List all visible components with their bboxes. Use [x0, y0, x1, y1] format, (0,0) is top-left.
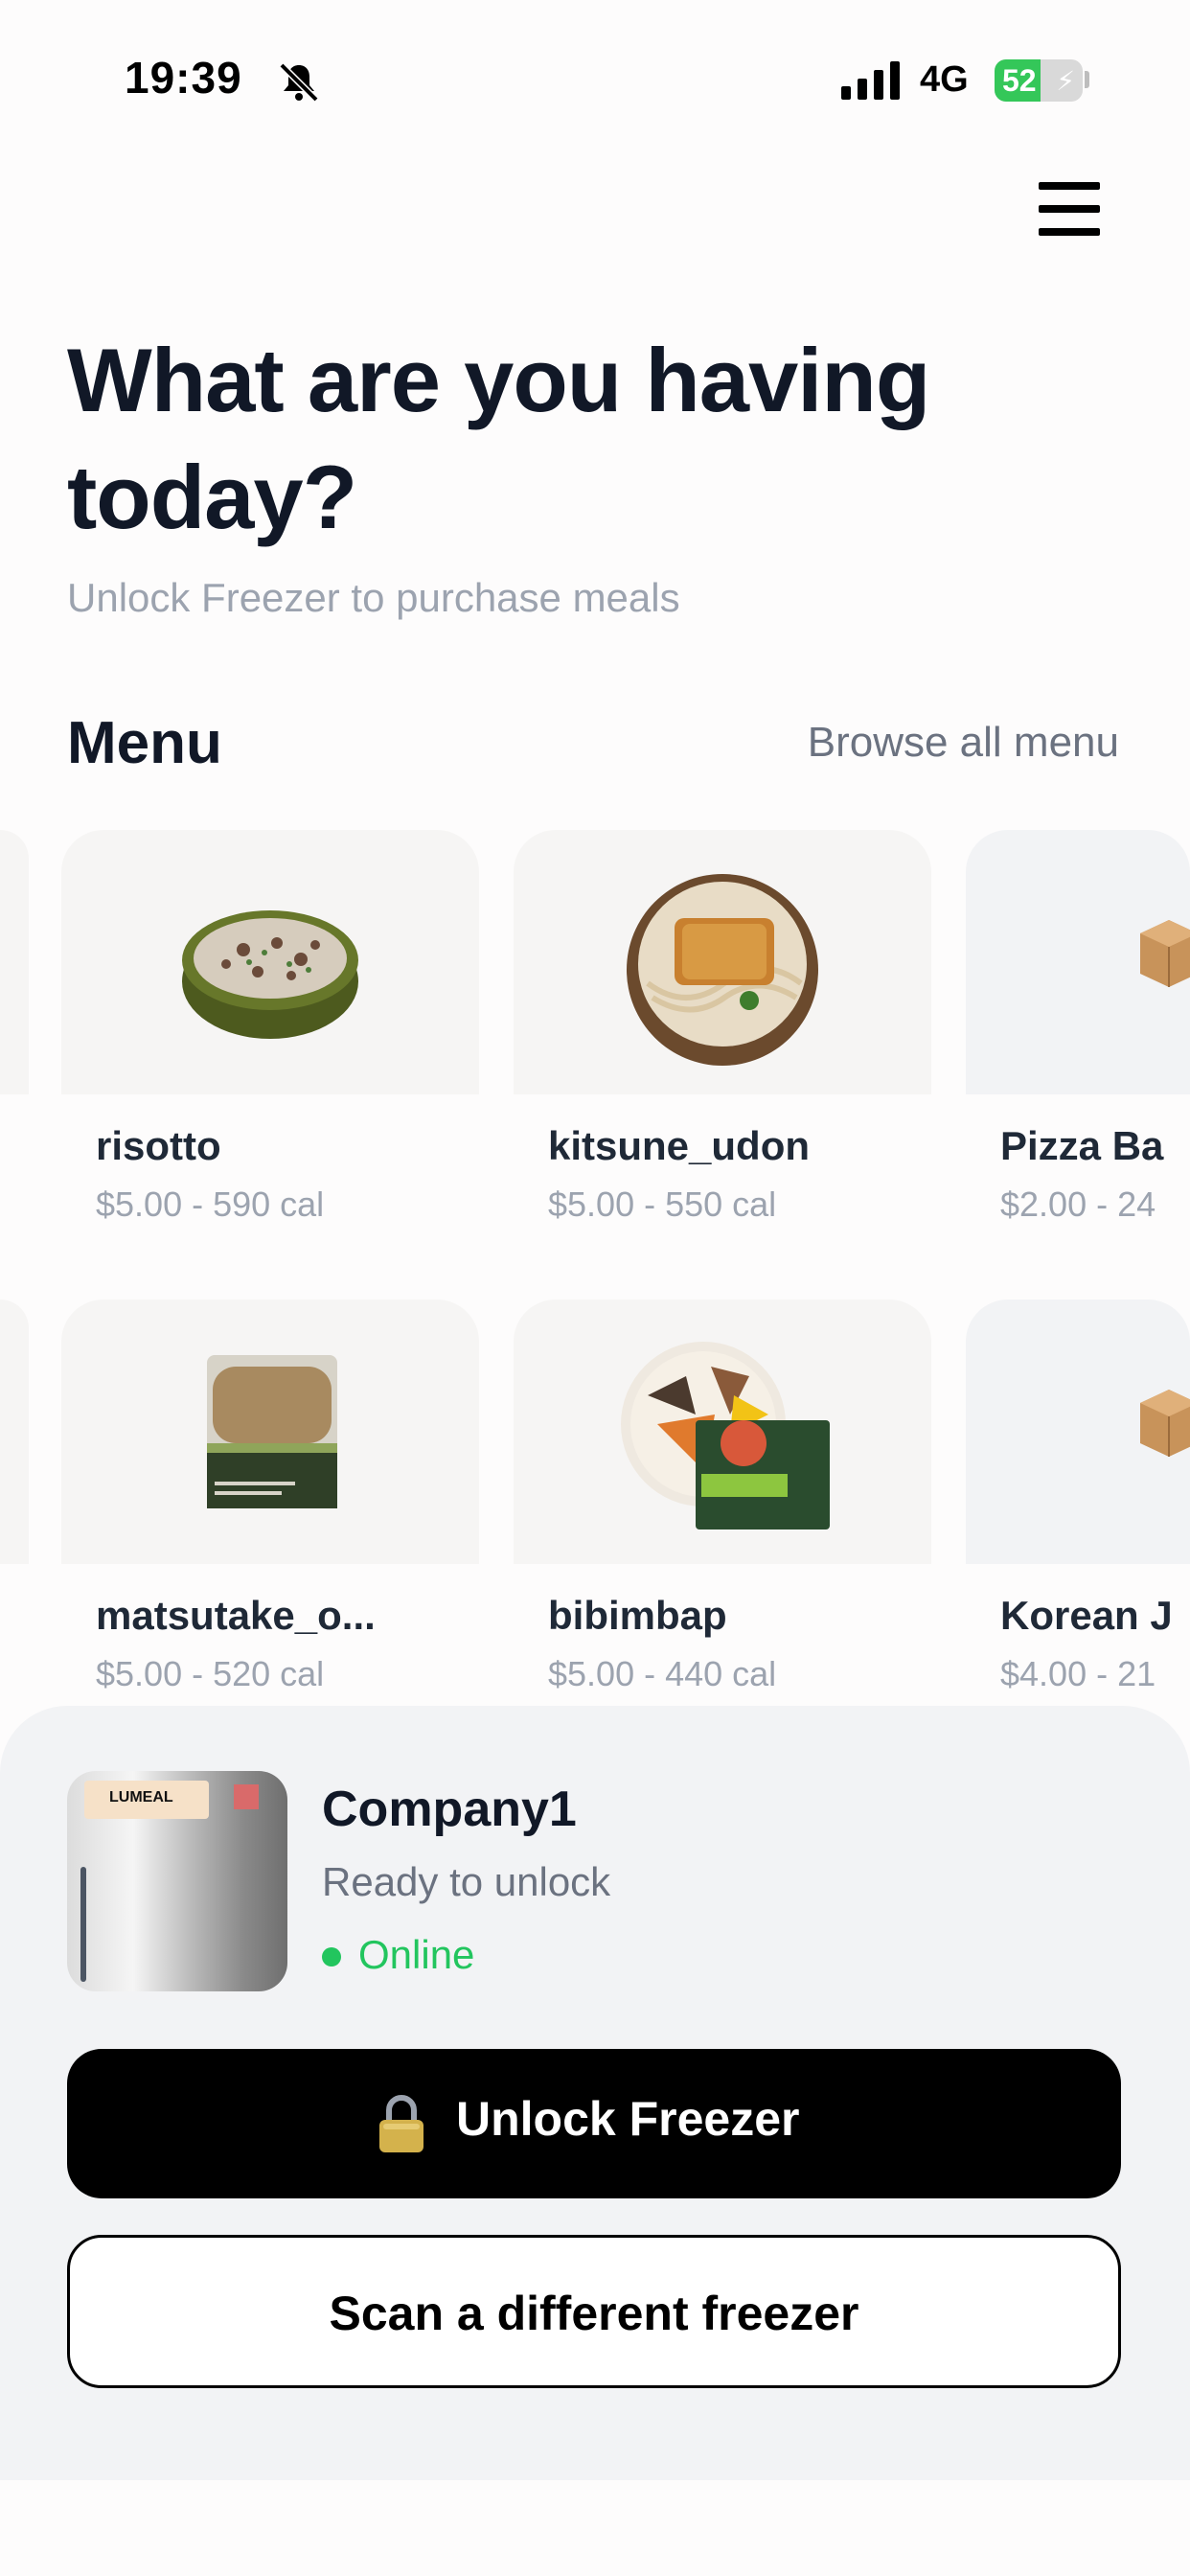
freezer-sticker: LUMEAL: [84, 1781, 209, 1819]
browse-all-menu-link[interactable]: Browse all menu: [808, 719, 1119, 767]
qr-code-icon: [234, 1784, 259, 1809]
menu-card-price: $4.00 - 21: [1000, 1654, 1156, 1693]
bell-slash-icon: [279, 62, 319, 103]
menu-card-title: matsutake_o...: [96, 1593, 376, 1638]
bottom-safe-area: [0, 2480, 1190, 2576]
page-subtitle: Unlock Freezer to purchase meals: [67, 575, 680, 620]
app-screen: 19:39 4G 52 ⚡ What are you having today?…: [0, 0, 1190, 2576]
package-icon: [1140, 1390, 1190, 1457]
signal-icon: [841, 61, 900, 100]
menu-card-kitsune-udon[interactable]: kitsune_udon $5.00 - 550 cal: [514, 830, 931, 1224]
menu-card-korean[interactable]: Korean J $4.00 - 21: [966, 1300, 1190, 1693]
freezer-sticker-text: LUMEAL: [109, 1789, 173, 1806]
battery-cap: [1085, 71, 1089, 88]
menu-card-image: [966, 830, 1190, 1094]
menu-section-title: Menu: [67, 710, 222, 776]
menu-card-risotto[interactable]: risotto $5.00 - 590 cal: [61, 830, 479, 1224]
freezer-image: LUMEAL: [67, 1771, 287, 1991]
carousel-peek-card: [0, 1300, 29, 1564]
status-time: 19:39: [125, 53, 242, 103]
battery-charging-icon: 52 ⚡: [995, 59, 1083, 102]
rice-ball-package-image: [207, 1355, 337, 1508]
udon-bowl-image: [627, 874, 818, 1066]
menu-card-title: kitsune_udon: [548, 1123, 811, 1168]
scan-different-freezer-button[interactable]: Scan a different freezer: [67, 2235, 1121, 2388]
unlock-freezer-button[interactable]: Unlock Freezer: [67, 2049, 1121, 2198]
menu-card-title: risotto: [96, 1123, 221, 1168]
network-type: 4G: [920, 59, 969, 100]
menu-card-image: [966, 1300, 1190, 1564]
bibimbap-bowl-image: [621, 1342, 830, 1530]
menu-card-bibimbap[interactable]: bibimbap $5.00 - 440 cal: [514, 1300, 931, 1693]
menu-card-image: [61, 830, 479, 1094]
package-icon: [1140, 920, 1190, 987]
menu-card-price: $5.00 - 550 cal: [548, 1184, 777, 1224]
freezer-name: Company1: [322, 1782, 577, 1837]
page-title: What are you having today?: [67, 330, 930, 547]
hamburger-menu-icon[interactable]: [1035, 182, 1104, 243]
freezer-status: Ready to unlock: [322, 1859, 611, 1904]
risotto-bowl-image: [182, 910, 358, 1039]
menu-card-price: $5.00 - 440 cal: [548, 1654, 777, 1693]
menu-card-title: Pizza Ba: [1000, 1123, 1164, 1168]
carousel-peek-card: [0, 830, 29, 1094]
menu-card-price: $5.00 - 590 cal: [96, 1184, 325, 1224]
menu-card-title: Korean J: [1000, 1593, 1173, 1638]
unlock-freezer-label: Unlock Freezer: [456, 2092, 800, 2146]
menu-card-matsutake[interactable]: matsutake_o... $5.00 - 520 cal: [61, 1300, 479, 1693]
menu-card-image: [514, 830, 931, 1094]
battery-percent: 52: [1002, 63, 1037, 98]
menu-card-image: [514, 1300, 931, 1564]
menu-card-price: $5.00 - 520 cal: [96, 1654, 325, 1693]
fridge-handle: [80, 1867, 86, 1982]
menu-card-pizza[interactable]: Pizza Ba $2.00 - 24: [966, 830, 1190, 1224]
lock-icon: [379, 2095, 423, 2152]
scan-different-freezer-label: Scan a different freezer: [329, 2287, 859, 2340]
online-status-dot: [322, 1947, 341, 1966]
menu-card-title: bibimbap: [548, 1593, 727, 1638]
online-status-label: Online: [358, 1932, 475, 1977]
menu-card-price: $2.00 - 24: [1000, 1184, 1156, 1224]
menu-card-image: [61, 1300, 479, 1564]
bolt-icon: ⚡: [1056, 66, 1075, 96]
